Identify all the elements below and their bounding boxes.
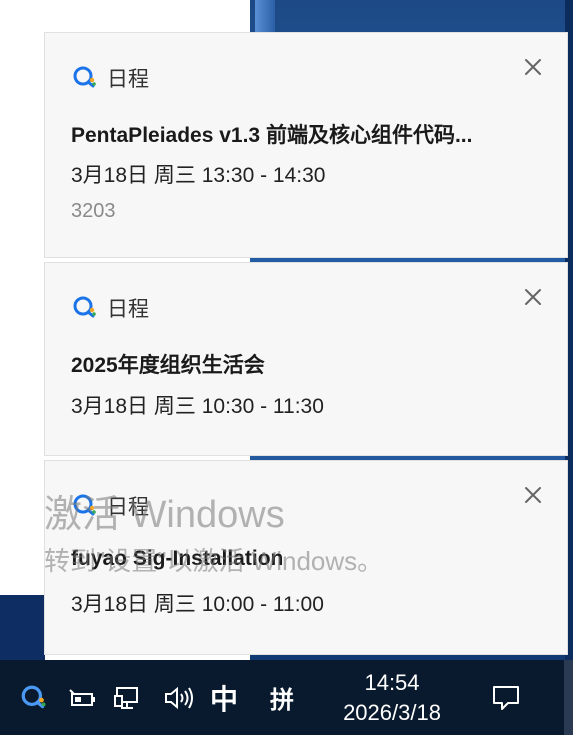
- wecom-icon: [21, 685, 46, 708]
- battery-icon: [69, 688, 95, 706]
- tray-wecom-button[interactable]: [14, 660, 54, 735]
- ime-pinyin-button[interactable]: 拼: [262, 660, 302, 735]
- wecom-schedule-icon: [71, 492, 99, 520]
- close-button[interactable]: [521, 285, 545, 309]
- tray-battery-button[interactable]: [62, 660, 102, 735]
- network-icon: [114, 686, 138, 709]
- notification-header: 日程: [71, 293, 149, 323]
- taskbar-clock[interactable]: 14:54 2026/3/18: [322, 660, 462, 735]
- tray-volume-button[interactable]: [156, 660, 202, 735]
- notification-title: 2025年度组织生活会: [71, 354, 265, 377]
- notification-icon: [493, 685, 519, 710]
- notification-time: 3月18日 周三 10:30 - 11:30: [71, 395, 324, 418]
- app-name: 日程: [107, 68, 149, 91]
- notification-location: 3203: [71, 200, 116, 222]
- close-button[interactable]: [521, 55, 545, 79]
- notification-title: PentaPleiades v1.3 前端及核心组件代码...: [71, 124, 473, 147]
- app-name: 日程: [107, 496, 149, 519]
- notification-title: fuyao Sig-Installation: [71, 547, 284, 570]
- taskbar: 中 拼 14:54 2026/3/18: [0, 660, 573, 735]
- close-button[interactable]: [521, 483, 545, 507]
- notification-card[interactable]: 日程 fuyao Sig-Installation 3月18日 周三 10:00…: [44, 460, 568, 655]
- notification-card[interactable]: 日程 PentaPleiades v1.3 前端及核心组件代码... 3月18日…: [44, 32, 568, 258]
- notification-header: 日程: [71, 491, 149, 521]
- clock-time: 14:54: [364, 669, 420, 695]
- close-icon: [525, 487, 541, 503]
- close-icon: [525, 59, 541, 75]
- notification-header: 日程: [71, 63, 149, 93]
- action-center-button[interactable]: [484, 660, 528, 735]
- ime-mode-button[interactable]: 中: [204, 660, 244, 735]
- volume-icon: [165, 686, 193, 709]
- show-desktop-button[interactable]: [564, 660, 573, 735]
- app-name: 日程: [107, 298, 149, 321]
- notification-time: 3月18日 周三 10:00 - 11:00: [71, 593, 324, 616]
- close-icon: [525, 289, 541, 305]
- wecom-schedule-icon: [71, 294, 99, 322]
- tray-network-button[interactable]: [108, 660, 148, 735]
- clock-date: 2026/3/18: [343, 699, 441, 725]
- notification-card[interactable]: 日程 2025年度组织生活会 3月18日 周三 10:30 - 11:30: [44, 262, 568, 456]
- wecom-schedule-icon: [71, 64, 99, 92]
- wallpaper-corner: [0, 595, 45, 660]
- notification-time: 3月18日 周三 13:30 - 14:30: [71, 164, 326, 187]
